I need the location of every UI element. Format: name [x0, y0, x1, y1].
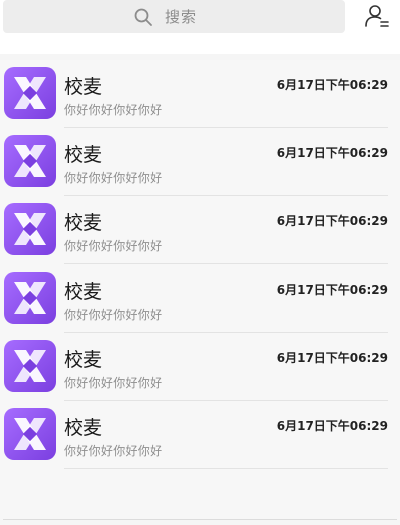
avatar — [4, 272, 56, 324]
conversation-preview: 你好你好你好你好 — [64, 239, 163, 253]
conversation-preview: 你好你好你好你好 — [64, 103, 163, 117]
contacts-button[interactable] — [362, 2, 392, 30]
search-placeholder: 搜索 — [164, 8, 197, 26]
conversation-item[interactable]: 校麦 6月17日下午06:29 你好你好你好你好 — [0, 333, 400, 401]
conversation-name: 校麦 — [64, 144, 103, 166]
x-logo-icon — [4, 408, 56, 460]
divider — [64, 468, 388, 469]
x-logo-icon — [4, 67, 56, 119]
conversation-preview: 你好你好你好你好 — [64, 376, 163, 390]
avatar — [4, 340, 56, 392]
conversation-name: 校麦 — [64, 212, 103, 234]
avatar — [4, 203, 56, 255]
conversation-preview: 你好你好你好你好 — [64, 171, 163, 185]
conversation-item[interactable]: 校麦 6月17日下午06:29 你好你好你好你好 — [0, 60, 400, 128]
search-icon — [134, 8, 152, 26]
x-logo-icon — [4, 272, 56, 324]
conversation-name: 校麦 — [64, 281, 103, 303]
x-logo-icon — [4, 135, 56, 187]
conversation-item[interactable]: 校麦 6月17日下午06:29 你好你好你好你好 — [0, 128, 400, 196]
conversation-preview: 你好你好你好你好 — [64, 444, 163, 458]
conversation-item[interactable]: 校麦 6月17日下午06:29 你好你好你好你好 — [0, 265, 400, 333]
avatar — [4, 408, 56, 460]
conversation-name: 校麦 — [64, 76, 103, 98]
conversation-name: 校麦 — [64, 417, 103, 439]
conversation-time: 6月17日下午06:29 — [276, 419, 388, 433]
conversation-time: 6月17日下午06:29 — [276, 214, 388, 228]
list-bottom-border — [3, 519, 397, 520]
user-menu-icon — [365, 5, 389, 27]
conversation-time: 6月17日下午06:29 — [276, 146, 388, 160]
top-bar: 搜索 — [0, 0, 400, 54]
conversation-time: 6月17日下午06:29 — [276, 78, 388, 92]
conversation-item[interactable]: 校麦 6月17日下午06:29 你好你好你好你好 — [0, 196, 400, 264]
conversation-time: 6月17日下午06:29 — [276, 283, 388, 297]
avatar — [4, 135, 56, 187]
x-logo-icon — [4, 340, 56, 392]
x-logo-icon — [4, 203, 56, 255]
conversation-preview: 你好你好你好你好 — [64, 308, 163, 322]
divider — [64, 263, 388, 264]
search-bar[interactable]: 搜索 — [3, 0, 345, 33]
avatar — [4, 67, 56, 119]
conversation-item[interactable]: 校麦 6月17日下午06:29 你好你好你好你好 — [0, 401, 400, 469]
conversation-list: 校麦 6月17日下午06:29 你好你好你好你好 校麦 6月17日下午06:29… — [0, 60, 400, 520]
conversation-name: 校麦 — [64, 349, 103, 371]
conversation-time: 6月17日下午06:29 — [276, 351, 388, 365]
